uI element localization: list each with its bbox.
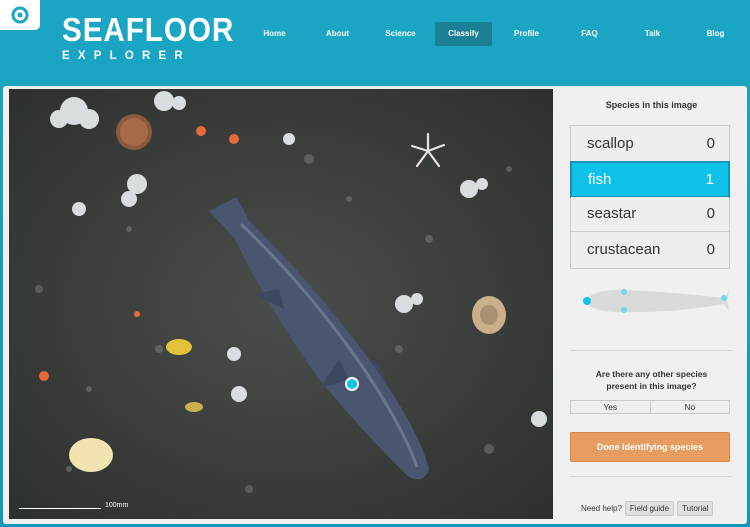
help-bar: Need help? Field guide Tutorial bbox=[581, 501, 714, 516]
species-name: fish bbox=[588, 170, 612, 188]
tutorial-button[interactable]: Tutorial bbox=[677, 501, 714, 516]
snout-point-icon bbox=[583, 297, 591, 305]
no-button[interactable]: No bbox=[650, 401, 729, 413]
species-count: 0 bbox=[706, 205, 715, 223]
logo-subtitle: EXPLORER bbox=[62, 50, 191, 62]
yes-no-toggle: Yes No bbox=[570, 400, 730, 414]
nav-profile[interactable]: Profile bbox=[495, 22, 558, 46]
species-count: 1 bbox=[705, 170, 714, 188]
species-name: crustacean bbox=[587, 241, 661, 259]
nav-about[interactable]: About bbox=[306, 22, 369, 46]
divider bbox=[570, 350, 732, 351]
species-name: seastar bbox=[587, 205, 637, 223]
lifebuoy-icon bbox=[11, 6, 29, 24]
species-title: Species in this image bbox=[605, 100, 698, 110]
tail-point-icon bbox=[721, 295, 727, 301]
help-label: Need help? bbox=[581, 504, 622, 513]
species-name: scallop bbox=[587, 134, 634, 152]
question-line2: present in this image? bbox=[606, 381, 697, 391]
question-line1: Are there any other species bbox=[595, 369, 708, 379]
species-sidebar: Species in this image scallop 0 fish 1 s… bbox=[556, 86, 747, 524]
fin-point-icon bbox=[621, 289, 627, 295]
nav-talk[interactable]: Talk bbox=[621, 22, 684, 46]
nav-home[interactable]: Home bbox=[243, 22, 306, 46]
logo-title: SEAFLOOR bbox=[62, 11, 235, 48]
seafloor-photo[interactable]: 100mm bbox=[9, 89, 553, 519]
nav-blog[interactable]: Blog bbox=[684, 22, 747, 46]
species-row-crustacean[interactable]: crustacean 0 bbox=[571, 232, 729, 268]
nav-classify[interactable]: Classify bbox=[435, 22, 492, 46]
main-nav: Home About Science Classify Profile FAQ … bbox=[243, 22, 747, 46]
scale-label: 100mm bbox=[105, 502, 129, 509]
header: SEAFLOOR EXPLORER Home About Science Cla… bbox=[0, 0, 750, 86]
divider bbox=[570, 476, 732, 477]
species-row-scallop[interactable]: scallop 0 bbox=[571, 126, 729, 162]
species-row-fish[interactable]: fish 1 bbox=[570, 160, 730, 198]
fin-point-icon bbox=[621, 307, 627, 313]
scale-bar: 100mm bbox=[19, 502, 128, 509]
home-badge[interactable] bbox=[0, 0, 40, 30]
classify-panel: 100mm Species in this image scallop 0 fi… bbox=[3, 86, 747, 524]
species-list: scallop 0 fish 1 seastar 0 crustacean 0 bbox=[570, 125, 730, 269]
yes-button[interactable]: Yes bbox=[571, 401, 651, 413]
done-identifying-button[interactable]: Done identifying species bbox=[570, 432, 730, 462]
site-logo[interactable]: SEAFLOOR EXPLORER bbox=[62, 11, 253, 62]
fish-measure-diagram bbox=[583, 289, 729, 313]
species-count: 0 bbox=[706, 134, 715, 152]
species-row-seastar[interactable]: seastar 0 bbox=[571, 196, 729, 232]
nav-science[interactable]: Science bbox=[369, 22, 432, 46]
other-species-question: Are there any other species present in t… bbox=[556, 368, 747, 392]
species-count: 0 bbox=[706, 241, 715, 259]
nav-faq[interactable]: FAQ bbox=[558, 22, 621, 46]
scale-line bbox=[19, 503, 101, 509]
field-guide-button[interactable]: Field guide bbox=[624, 501, 675, 516]
seafloor-image bbox=[9, 89, 553, 519]
